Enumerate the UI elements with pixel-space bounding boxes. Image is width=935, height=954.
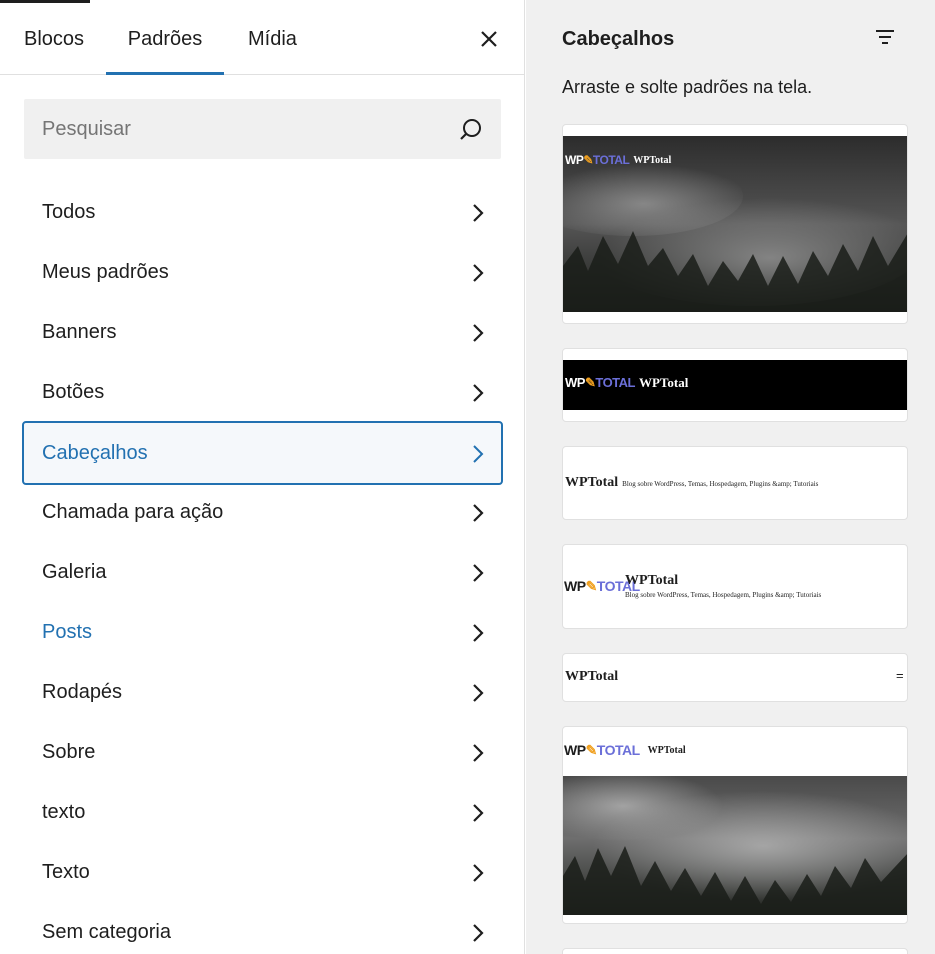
category-label: Sobre — [42, 741, 96, 763]
pattern-preview[interactable] — [562, 948, 908, 954]
category-chamada-para-acao[interactable]: Chamada para ação — [22, 483, 503, 543]
site-header: WP✎TOTAL WPTotal — [565, 375, 688, 391]
panel-title: Cabeçalhos — [562, 28, 675, 50]
search-input[interactable] — [24, 99, 444, 159]
category-sobre[interactable]: Sobre — [22, 723, 503, 783]
site-header: WP✎TOTAL WPTotal — [564, 742, 686, 759]
search-icon[interactable] — [458, 117, 484, 143]
site-title: WPTotal — [625, 573, 679, 588]
category-texto[interactable]: Texto — [22, 843, 503, 903]
site-tagline: Blog sobre WordPress, Temas, Hospedagem,… — [622, 480, 819, 488]
close-button[interactable] — [474, 24, 504, 54]
chevron-right-icon — [473, 204, 484, 222]
category-botoes[interactable]: Botões — [22, 363, 503, 423]
pattern-preview[interactable]: WPTotal = — [562, 653, 908, 702]
chevron-right-icon — [473, 744, 484, 762]
pattern-preview[interactable]: WP✎TOTAL WPTotal — [562, 348, 908, 422]
category-label: Meus padrões — [42, 261, 169, 283]
site-logo: WP✎TOTAL — [565, 153, 630, 167]
pattern-preview[interactable]: WPTotal Blog sobre WordPress, Temas, Hos… — [562, 446, 908, 520]
category-posts[interactable]: Posts — [22, 603, 503, 663]
category-label: Chamada para ação — [42, 501, 224, 523]
fog-forest-image — [563, 776, 907, 915]
panel-description: Arraste e solte padrões na tela. — [562, 77, 813, 97]
category-meus-padroes[interactable]: Meus padrões — [22, 243, 503, 303]
patterns-panel: Cabeçalhos Arraste e solte padrões na te… — [526, 0, 935, 954]
category-galeria[interactable]: Galeria — [22, 543, 503, 603]
category-texto-lower[interactable]: texto — [22, 783, 503, 843]
category-label: Rodapés — [42, 681, 123, 703]
chevron-right-icon — [473, 624, 484, 642]
close-icon — [481, 31, 497, 47]
category-rodapes[interactable]: Rodapés — [22, 663, 503, 723]
site-title: WPTotal — [633, 154, 672, 166]
category-label: Texto — [42, 861, 90, 883]
pattern-preview[interactable]: WP✎TOTAL WPTotal — [562, 726, 908, 924]
category-banners[interactable]: Banners — [22, 303, 503, 363]
site-tagline: Blog sobre WordPress, Temas, Hospedagem,… — [625, 591, 822, 599]
site-title: WPTotal — [647, 745, 686, 756]
site-title: WPTotal — [565, 475, 619, 490]
site-title: WPTotal — [565, 669, 619, 684]
category-label: Botões — [42, 381, 105, 403]
chevron-right-icon — [473, 264, 484, 282]
category-label: Banners — [42, 321, 117, 343]
tab-padroes[interactable]: Padrões — [106, 0, 224, 75]
category-label: texto — [42, 801, 86, 823]
inserter-panel: Blocos Padrões Mídia Todos Meus padrões … — [0, 0, 525, 954]
menu-icon: = — [896, 668, 904, 683]
chevron-right-icon — [473, 564, 484, 582]
chevron-right-icon — [473, 504, 484, 522]
tab-blocos[interactable]: Blocos — [24, 0, 84, 75]
search-box — [24, 99, 501, 159]
site-title: WPTotal — [638, 375, 689, 390]
category-label: Sem categoria — [42, 921, 171, 943]
site-logo: WP✎TOTAL — [565, 375, 635, 390]
category-label: Galeria — [42, 561, 107, 583]
chevron-right-icon — [473, 384, 484, 402]
chevron-right-icon — [473, 445, 484, 463]
category-label: Todos — [42, 201, 96, 223]
inserter-tabs: Blocos Padrões Mídia — [0, 0, 525, 75]
chevron-right-icon — [473, 684, 484, 702]
active-tab-indicator — [106, 72, 224, 75]
pattern-preview[interactable]: WP✎TOTAL WPTotal — [562, 124, 908, 324]
chevron-right-icon — [473, 864, 484, 882]
site-logo: WP✎TOTAL — [564, 742, 640, 758]
tab-midia[interactable]: Mídia — [248, 0, 297, 75]
chevron-right-icon — [473, 324, 484, 342]
chevron-right-icon — [473, 924, 484, 942]
chevron-right-icon — [473, 804, 484, 822]
category-label: Cabeçalhos — [42, 442, 148, 464]
site-header: WPTotal Blog sobre WordPress, Temas, Hos… — [565, 475, 818, 491]
pattern-preview[interactable]: WP✎TOTAL WPTotal Blog sobre WordPress, T… — [562, 544, 908, 629]
category-cabecalhos[interactable]: Cabeçalhos — [22, 421, 503, 485]
category-label: Posts — [42, 621, 93, 643]
filter-icon[interactable] — [874, 27, 896, 49]
category-todos[interactable]: Todos — [22, 183, 503, 243]
category-sem-categoria[interactable]: Sem categoria — [22, 903, 503, 954]
site-header: WP✎TOTAL WPTotal — [565, 153, 671, 167]
